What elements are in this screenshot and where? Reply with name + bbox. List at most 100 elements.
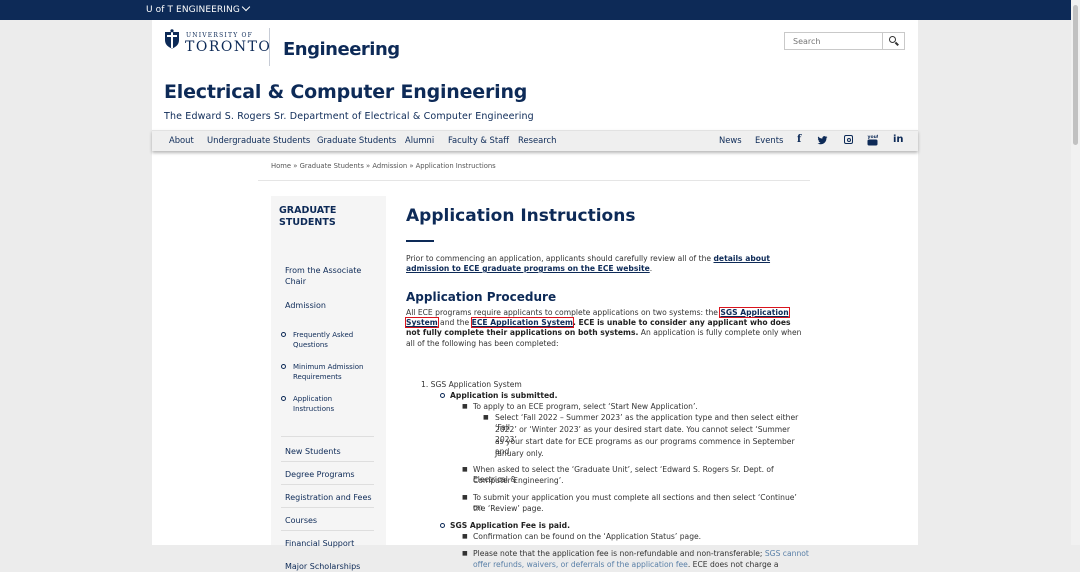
sidebar-item-registration-fees[interactable]: Registration and Fees [285, 492, 372, 503]
sidebar-item-admission[interactable]: Admission [285, 300, 326, 311]
sidebar-subitem-label: Instructions [293, 405, 335, 413]
intro-text: Prior to commencing an application, appl… [406, 254, 714, 263]
procedure-heading: Application Procedure [406, 290, 557, 304]
nav-about[interactable]: About [169, 135, 194, 145]
sidebar-divider [281, 436, 374, 437]
search-button[interactable] [882, 33, 904, 49]
square-bullet-icon: ■ [462, 403, 468, 410]
sidebar-subitem-label: Minimum Admission [293, 363, 364, 371]
list-item-select-fall-4: January only. [495, 449, 544, 458]
linkedin-icon[interactable]: in [893, 134, 904, 145]
breadcrumb-admission[interactable]: Admission [372, 162, 407, 170]
page-title: Application Instructions [406, 206, 636, 226]
nav-research[interactable]: Research [518, 135, 556, 145]
search-input[interactable] [785, 33, 885, 49]
main-nav: About Undergraduate Students Graduate St… [152, 130, 918, 151]
sidebar-divider [281, 507, 374, 508]
search-box [784, 32, 905, 50]
sidebar-subitem-app-instructions[interactable]: Application Instructions [293, 394, 334, 414]
sidebar-item-label: Chair [285, 277, 307, 286]
search-icon [889, 36, 896, 43]
sidebar-heading[interactable]: GRADUATE STUDENTS [279, 205, 336, 229]
engineering-logo-text[interactable]: Engineering [283, 39, 400, 60]
sidebar-subitem-label: Requirements [293, 373, 342, 381]
list-item-apply-ece: To apply to an ECE program, select ‘Star… [473, 402, 698, 411]
breadcrumb-separator: » [407, 162, 416, 170]
nav-undergraduate-students[interactable]: Undergraduate Students [207, 135, 310, 145]
department-title[interactable]: Electrical & Computer Engineering [164, 81, 527, 103]
square-bullet-icon: ■ [462, 466, 468, 473]
breadcrumb-current: Application Instructions [415, 162, 496, 170]
list-item-graduate-unit-2: Computer Engineering’. [473, 476, 564, 485]
sidebar-item-financial-support[interactable]: Financial Support [285, 538, 354, 549]
nav-alumni[interactable]: Alumni [405, 135, 434, 145]
sidebar-subitem-label: Application [293, 395, 333, 403]
intro-paragraph: Prior to commencing an application, appl… [406, 254, 806, 274]
page-scrollbar[interactable] [1071, 0, 1080, 545]
sidebar: GRADUATE STUDENTS From the Associate Cha… [271, 196, 386, 571]
list-item-confirmation: Confirmation can be found on the ‘Applic… [473, 532, 702, 541]
fee-note-text: . ECE does not charge a [687, 560, 779, 569]
sidebar-subitem-label: Questions [293, 341, 328, 349]
sidebar-item-associate-chair[interactable]: From the Associate Chair [285, 265, 361, 287]
breadcrumb-graduate-students[interactable]: Graduate Students [300, 162, 364, 170]
breadcrumb-divider [258, 180, 810, 181]
uoft-crest-icon [165, 29, 179, 49]
sidebar-subitem-min-admission[interactable]: Minimum Admission Requirements [293, 362, 364, 382]
twitter-icon[interactable] [817, 136, 828, 145]
chevron-down-icon [241, 2, 251, 12]
sidebar-divider [281, 484, 374, 485]
top-bar: U of T ENGINEERING [0, 0, 1071, 20]
title-underline [406, 240, 434, 242]
sidebar-subitem-faq[interactable]: Frequently Asked Questions [293, 330, 353, 350]
sidebar-item-new-students[interactable]: New Students [285, 446, 341, 457]
sidebar-subitem-label: Frequently Asked [293, 331, 354, 339]
bullet-icon [281, 396, 286, 401]
ece-application-system-link[interactable]: ECE Application System [470, 317, 574, 329]
list-item-fee-paid: SGS Application Fee is paid. [450, 521, 570, 530]
sidebar-heading-line: GRADUATE [279, 205, 337, 216]
scrollbar-thumb[interactable] [1073, 5, 1078, 145]
bullet-icon [440, 523, 445, 528]
sgs-refund-link[interactable]: SGS cannot [765, 549, 809, 558]
square-bullet-icon: ■ [462, 494, 468, 501]
sgs-refund-link-cont[interactable]: offer refunds, waivers, or deferrals of … [473, 560, 688, 569]
youtube-icon[interactable]: youtube [867, 134, 878, 146]
list-item-application-submitted: Application is submitted. [450, 391, 558, 400]
procedure-text: and the [437, 318, 472, 328]
bullet-icon [281, 364, 286, 369]
bullet-icon [281, 332, 286, 337]
nav-news[interactable]: News [719, 135, 742, 145]
uoft-engineering-label: U of T ENGINEERING [146, 5, 240, 15]
sidebar-item-label: From the Associate [285, 266, 362, 275]
bullet-icon [440, 393, 445, 398]
fee-note-text: Please note that the application fee is … [473, 549, 765, 558]
list-item-fee-note-1: Please note that the application fee is … [473, 549, 809, 559]
instagram-icon[interactable] [844, 135, 853, 144]
sidebar-divider [281, 530, 374, 531]
square-bullet-icon: ■ [483, 414, 489, 421]
list-item-fee-note-2: offer refunds, waivers, or deferrals of … [473, 560, 779, 570]
sidebar-heading-line: STUDENTS [279, 217, 336, 228]
procedure-text: All ECE programs require applicants to c… [406, 308, 721, 317]
nav-graduate-students[interactable]: Graduate Students [317, 135, 396, 145]
sidebar-divider [281, 461, 374, 462]
square-bullet-icon: ■ [462, 533, 468, 540]
nav-events[interactable]: Events [755, 135, 783, 145]
uoft-engineering-menu[interactable]: U of T ENGINEERING [146, 2, 251, 15]
uoft-logo-small-text[interactable]: UNIVERSITY OF [186, 32, 253, 39]
nav-faculty-staff[interactable]: Faculty & Staff [448, 135, 509, 145]
procedure-paragraph: All ECE programs require applicants to c… [405, 306, 806, 349]
department-subtitle: The Edward S. Rogers Sr. Department of E… [164, 111, 534, 122]
sidebar-item-major-scholarships[interactable]: Major Scholarships [285, 561, 360, 572]
breadcrumb-home[interactable]: Home [271, 162, 291, 170]
sidebar-item-courses[interactable]: Courses [285, 515, 317, 526]
youtube-logo-text: youtube [868, 134, 879, 140]
square-bullet-icon: ■ [462, 550, 468, 557]
uoft-logo-big-text[interactable]: TORONTO [185, 39, 271, 55]
facebook-icon[interactable]: f [797, 134, 801, 145]
list-item-submit-2: the ‘Review’ page. [473, 504, 544, 513]
sidebar-item-degree-programs[interactable]: Degree Programs [285, 469, 355, 480]
breadcrumb-separator: » [291, 162, 300, 170]
breadcrumb: Home » Graduate Students » Admission » A… [271, 162, 496, 170]
